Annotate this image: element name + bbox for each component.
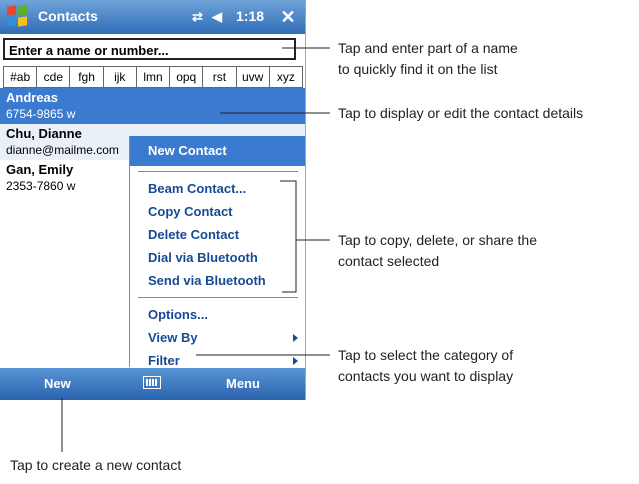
annotation-filter: Tap to select the category of contacts y…: [338, 347, 514, 384]
annotation-search: Tap and enter part of a name to quickly …: [338, 40, 518, 77]
annotation-new: Tap to create a new contact: [10, 457, 182, 473]
annotation-leaders: [61, 47, 330, 452]
leader-bracket-menu: [280, 180, 297, 293]
annotation-contact: Tap to display or edit the contact detai…: [338, 105, 584, 121]
annotation-menu: Tap to copy, delete, or share the contac…: [338, 232, 537, 269]
